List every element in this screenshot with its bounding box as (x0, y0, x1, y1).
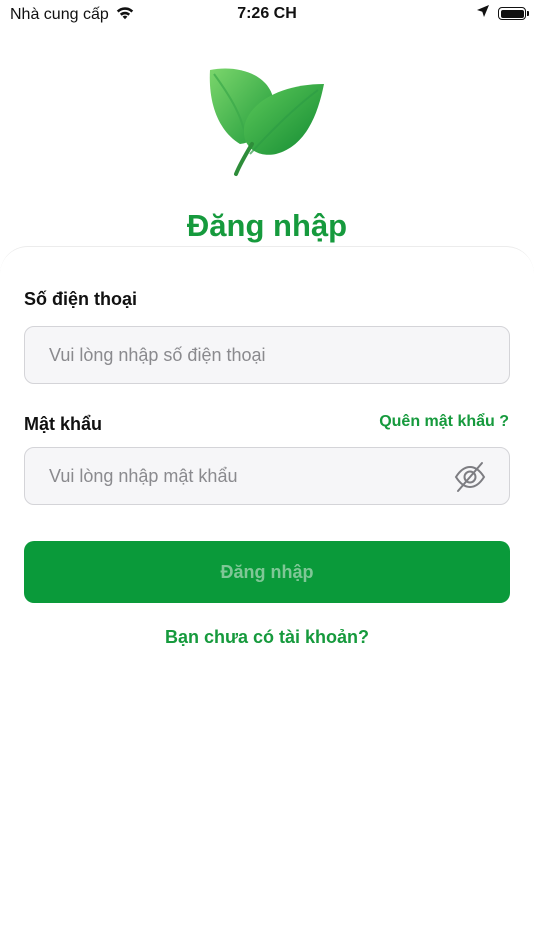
status-bar: Nhà cung cấp 7:26 CH (0, 0, 534, 30)
password-label: Mật khẩu (24, 414, 103, 434)
phone-label: Số điện thoại (24, 289, 138, 309)
battery-icon (498, 7, 529, 20)
status-right (476, 4, 529, 23)
phone-field (24, 326, 510, 384)
password-field (24, 447, 510, 505)
register-link[interactable]: Bạn chưa có tài khoản? (0, 627, 534, 648)
phone-input[interactable] (49, 327, 449, 383)
eye-slash-icon[interactable] (453, 460, 487, 494)
location-arrow-icon (476, 4, 490, 23)
status-time: 7:26 CH (237, 5, 297, 22)
password-input[interactable] (49, 448, 449, 504)
page-title: Đăng nhập (186, 208, 348, 243)
forgot-password-link[interactable]: Quên mật khẩu ? (379, 413, 509, 431)
login-button[interactable]: Đăng nhập (24, 541, 510, 603)
leaf-logo-icon (200, 62, 334, 178)
